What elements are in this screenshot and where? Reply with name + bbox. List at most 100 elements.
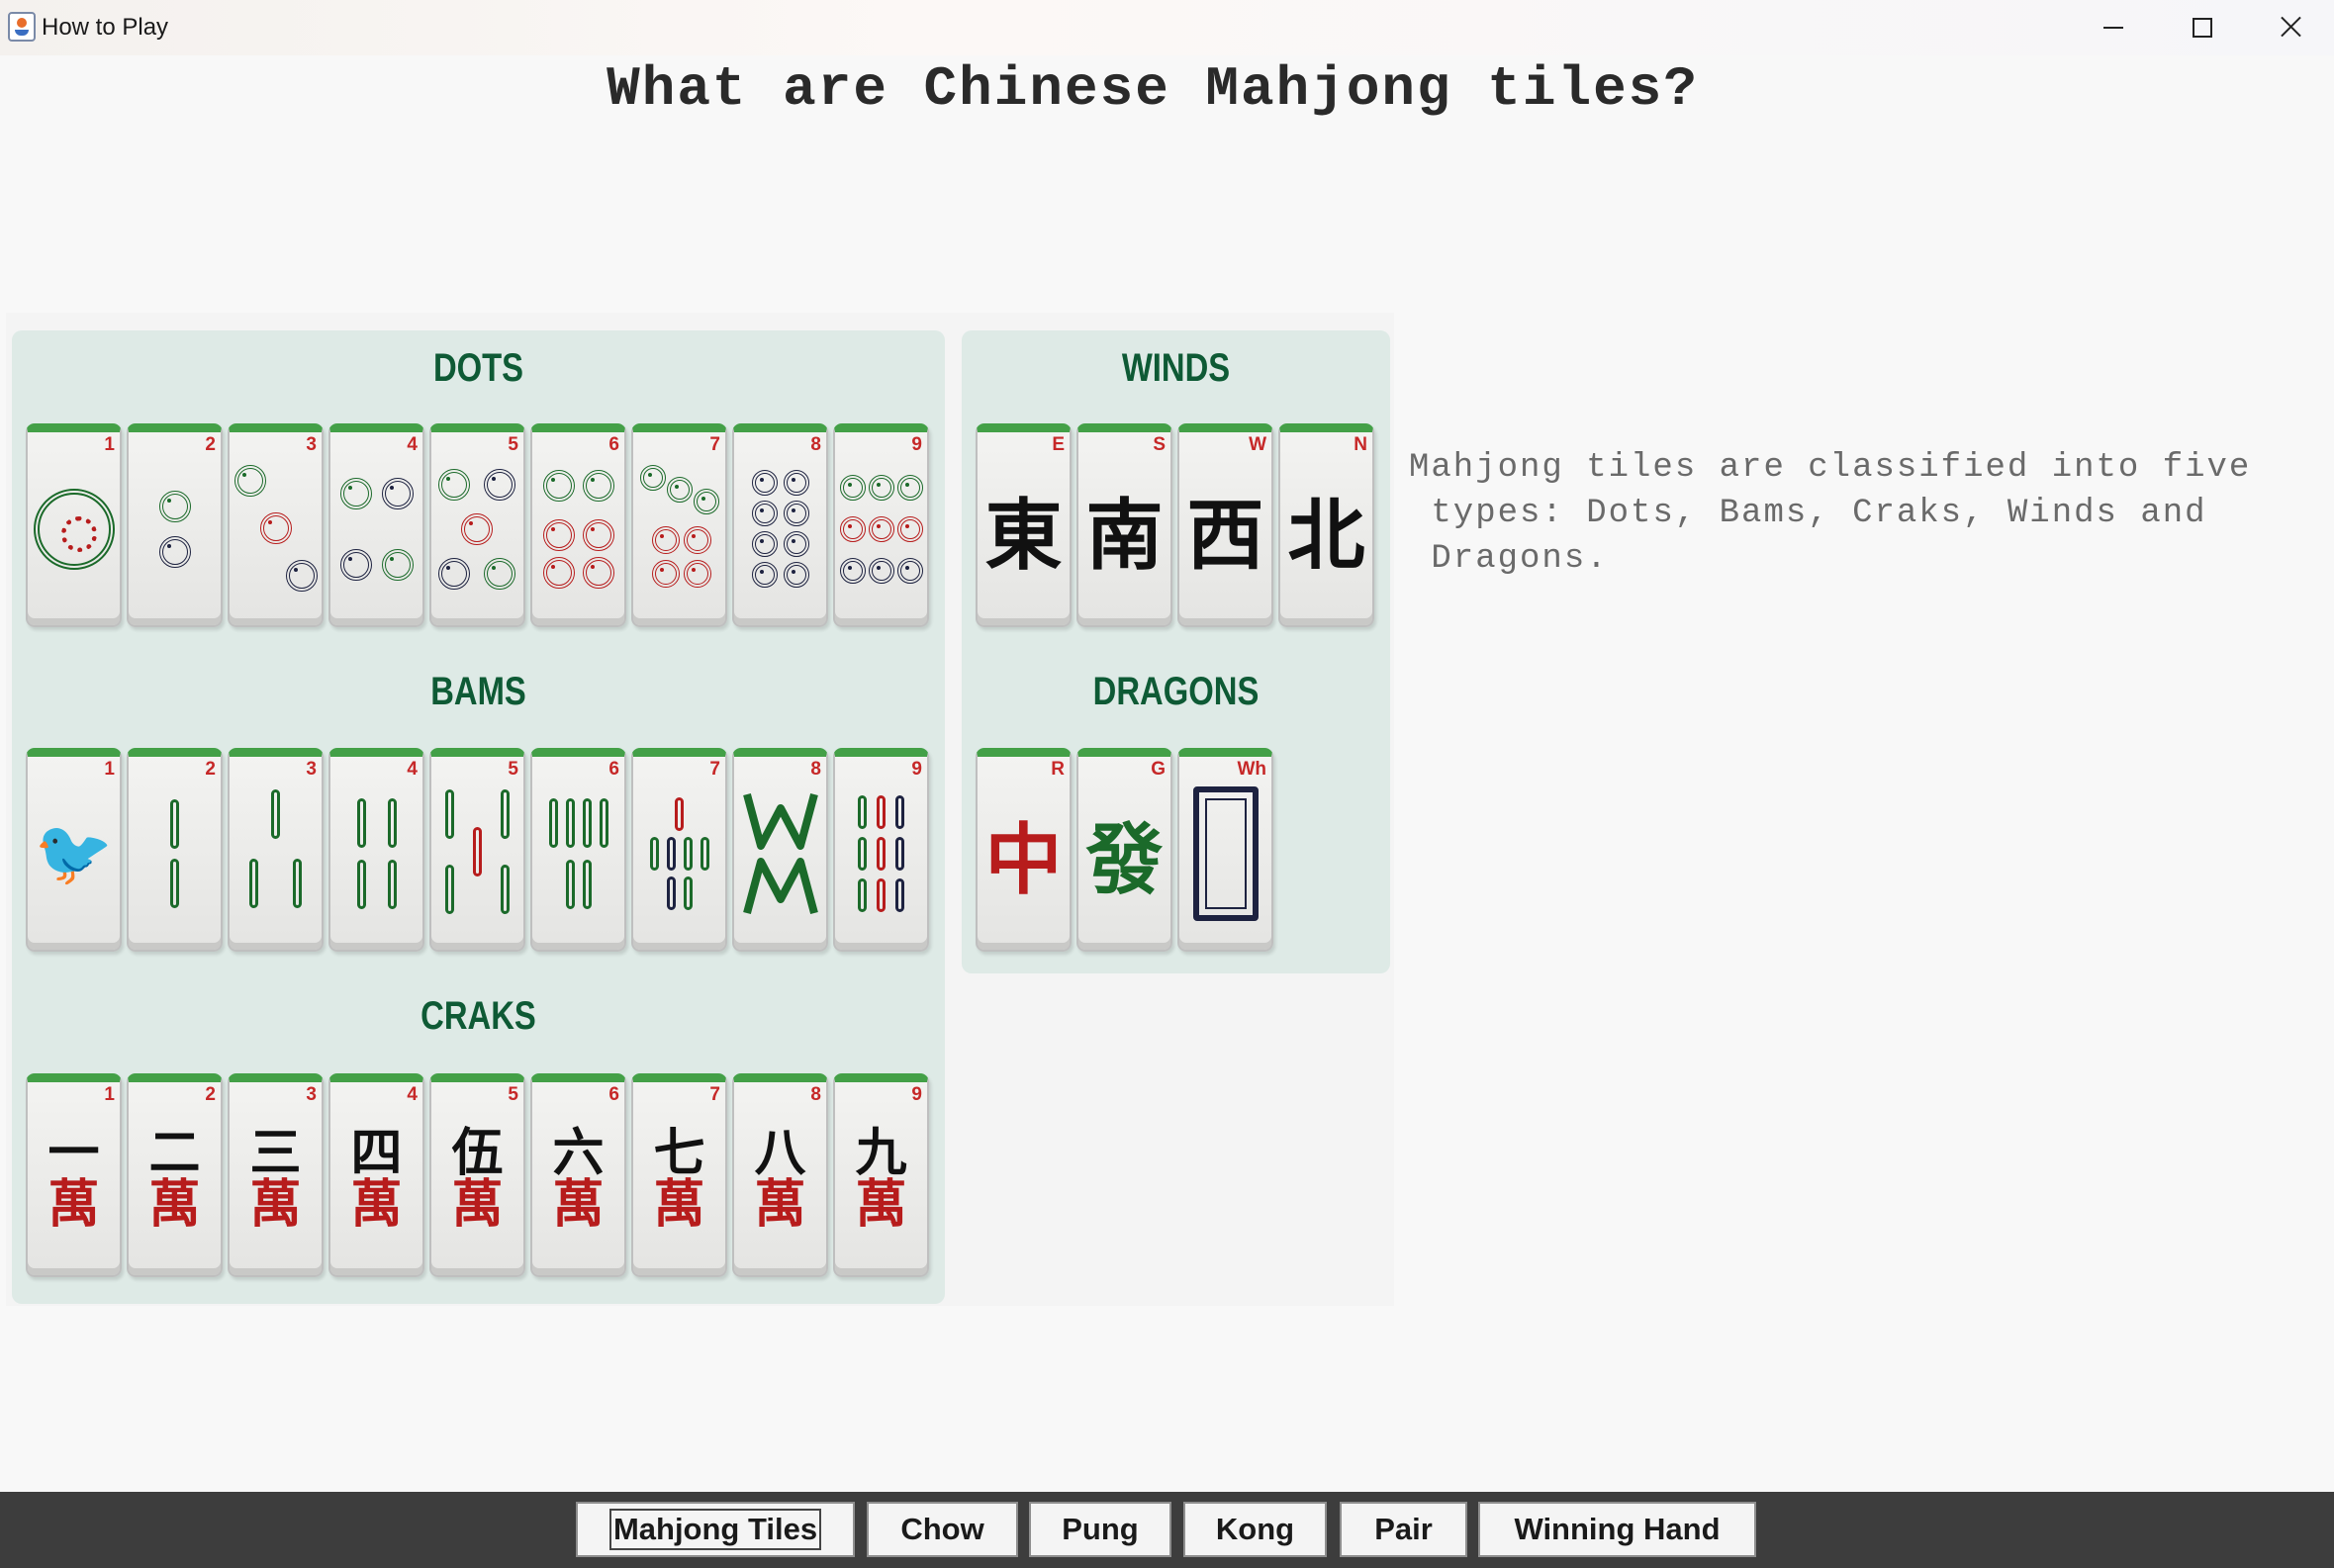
winds-row: E東 S南 W西 N北: [976, 423, 1374, 627]
nav-button-label: Chow: [900, 1512, 984, 1546]
craks-tile-7: 7七萬: [631, 1073, 727, 1277]
bamboo-icon: [444, 788, 454, 839]
nav-pung-button[interactable]: Pung: [1029, 1502, 1171, 1557]
dot-icon: [158, 535, 191, 568]
dot-icon: [437, 557, 470, 590]
bamboo-icon: [895, 877, 904, 912]
bams-tile-2: 2: [127, 748, 223, 952]
dot-icon: [839, 557, 866, 584]
bams-tile-9: 9: [833, 748, 929, 952]
nav-chow-button[interactable]: Chow: [867, 1502, 1018, 1557]
bamboo-icon: [858, 836, 867, 871]
crak-suit-glyph: 萬: [754, 1174, 806, 1235]
dot-icon: [751, 501, 778, 526]
crak-suit-glyph: 萬: [855, 1174, 907, 1235]
dot-icon: [751, 531, 778, 557]
crak-numeral: 八: [754, 1123, 806, 1183]
bamboo-icon: [582, 797, 592, 848]
dot-icon: [896, 474, 923, 501]
crak-suit-glyph: 萬: [249, 1174, 302, 1235]
minimize-button[interactable]: [2068, 0, 2157, 55]
dot-icon: [582, 518, 614, 551]
craks-tile-4: 4四萬: [328, 1073, 424, 1277]
nav-winning-hand-button[interactable]: Winning Hand: [1478, 1502, 1756, 1557]
dot-icon: [381, 477, 414, 509]
bams-tile-5: 5: [429, 748, 525, 952]
craks-tile-5: 5伍萬: [429, 1073, 525, 1277]
dot-icon: [285, 559, 318, 592]
dot-icon: [783, 531, 809, 557]
dot-icon: [483, 468, 515, 501]
bamboo-icon: [582, 859, 592, 909]
dot-icon: [751, 562, 778, 588]
dot-icon: [839, 474, 866, 501]
dot-icon: [381, 548, 414, 581]
crak-suit-glyph: 萬: [653, 1174, 705, 1235]
dot-icon: [437, 468, 470, 501]
nav-mahjong-tiles-button[interactable]: Mahjong Tiles: [576, 1502, 855, 1557]
bamboo-icon: [683, 836, 693, 871]
craks-tile-1: 1一萬: [26, 1073, 122, 1277]
winds-tile-north: N北: [1278, 423, 1374, 627]
crak-numeral: 三: [249, 1123, 302, 1183]
crak-suit-glyph: 萬: [47, 1174, 100, 1235]
bamboo-icon: [500, 788, 510, 839]
bamboo-icon: [666, 836, 676, 871]
crak-suit-glyph: 萬: [451, 1174, 504, 1235]
dots-tile-9: 9: [833, 423, 929, 627]
wind-glyph: 東: [984, 491, 1063, 581]
dot-icon: [896, 515, 923, 542]
bamboo-icon: [700, 836, 709, 871]
dot-icon: [542, 518, 575, 551]
nav-kong-button[interactable]: Kong: [1183, 1502, 1327, 1557]
bamboo-icon: [683, 876, 693, 910]
dot-icon: [783, 470, 809, 496]
craks-tile-3: 3三萬: [228, 1073, 324, 1277]
winds-tile-west: W西: [1177, 423, 1273, 627]
dots-row: 1 2 3 4 5 6 7 8 9: [26, 423, 929, 627]
dot-icon: [582, 469, 614, 502]
nav-button-label: Mahjong Tiles: [608, 1509, 822, 1550]
bird-icon: 🐦: [34, 817, 114, 888]
dragons-tile-green: G發: [1076, 748, 1172, 952]
dot-icon: [751, 470, 778, 496]
craks-tile-8: 8八萬: [732, 1073, 828, 1277]
bamboo-icon: [387, 859, 397, 909]
maximize-button[interactable]: [2157, 0, 2246, 55]
java-app-icon: [8, 12, 36, 42]
dots-tile-2: 2: [127, 423, 223, 627]
bams-row: 1 🐦 2 3 4 5 6 7 8 9: [26, 748, 929, 952]
nav-pair-button[interactable]: Pair: [1340, 1502, 1467, 1557]
bamboo-icon: [858, 794, 867, 829]
bamboo-icon: [248, 858, 258, 908]
crak-numeral: 六: [552, 1123, 605, 1183]
bamboo-icon: [548, 797, 558, 848]
bamboo-icon: [895, 836, 904, 871]
crak-numeral: 四: [350, 1123, 403, 1183]
nav-button-label: Kong: [1215, 1512, 1295, 1546]
crak-suit-glyph: 萬: [552, 1174, 605, 1235]
bamboo-icon: [387, 797, 397, 848]
bamboo-icon: [649, 836, 659, 871]
nav-button-label: Pung: [1062, 1512, 1139, 1546]
bams-tile-1: 1 🐦: [26, 748, 122, 952]
dot-icon: [666, 476, 693, 503]
bamboo-icon: [500, 864, 510, 914]
crak-numeral: 一: [47, 1123, 100, 1183]
dot-icon: [158, 490, 191, 522]
bamboo-icon: [565, 859, 575, 909]
winds-tile-east: E東: [976, 423, 1072, 627]
bamboo-icon: [356, 859, 366, 909]
dot-icon: [783, 562, 809, 588]
dot-icon: [339, 477, 372, 509]
wind-glyph: 北: [1287, 491, 1365, 581]
dots-tile-6: 6: [530, 423, 626, 627]
close-button[interactable]: [2246, 0, 2334, 55]
dragons-row: R中 G發 Wh: [976, 748, 1273, 952]
crak-numeral: 七: [653, 1123, 705, 1183]
bams-tile-7: 7: [631, 748, 727, 952]
crak-suit-glyph: 萬: [350, 1174, 403, 1235]
bamboo-icon: [472, 826, 482, 876]
dots-tile-5: 5: [429, 423, 525, 627]
bamboo-icon: [292, 858, 302, 908]
